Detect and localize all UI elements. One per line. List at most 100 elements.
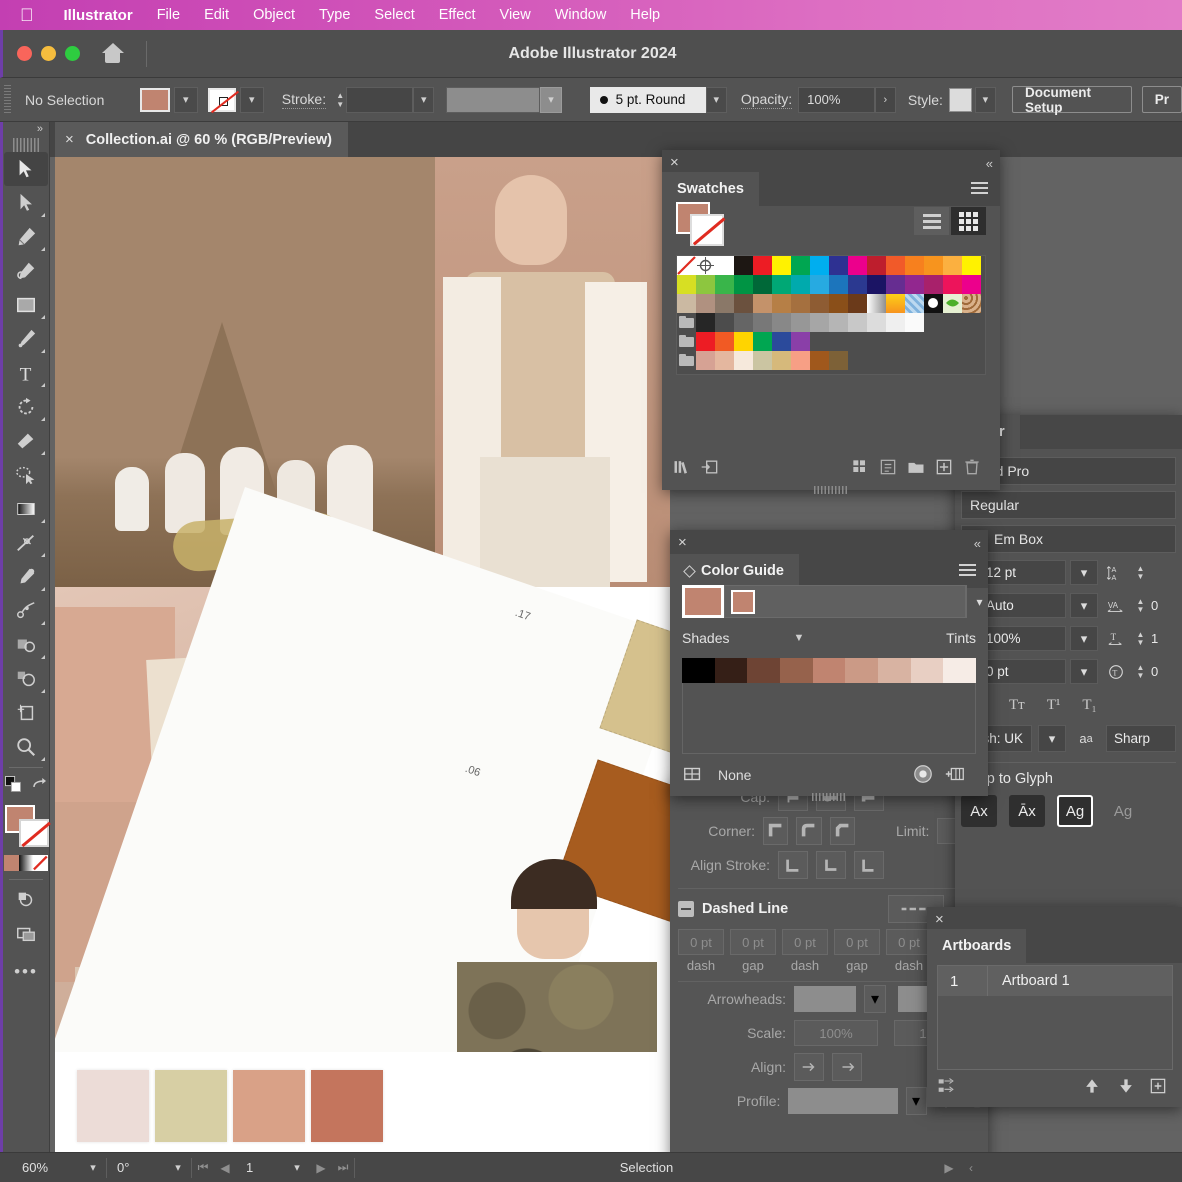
swatch-tan[interactable]: [677, 294, 696, 313]
ramp-swatch[interactable]: [910, 658, 944, 683]
swatch-violet[interactable]: [905, 275, 924, 294]
apple-icon[interactable]: : [20, 6, 34, 24]
swatch-warm[interactable]: [810, 351, 829, 370]
font-size-field[interactable]: 12 pt: [978, 560, 1066, 585]
swatch-bright[interactable]: [791, 332, 810, 351]
collapse-icon[interactable]: «: [974, 536, 981, 551]
dash-field[interactable]: 0 pt: [678, 929, 724, 955]
fill-color-swatch[interactable]: [139, 87, 170, 112]
next-page-icon[interactable]: ▶: [310, 1157, 332, 1179]
menu-item-effect[interactable]: Effect: [427, 7, 488, 23]
swatch-grey[interactable]: [791, 313, 810, 332]
page-dropdown[interactable]: ▾: [284, 1157, 310, 1179]
artboard-name[interactable]: Artboard 1: [988, 973, 1070, 989]
swatch-umber[interactable]: [810, 294, 829, 313]
hamburger-menu-icon[interactable]: [971, 182, 988, 194]
swatch-grey[interactable]: [867, 313, 886, 332]
all-caps-icon[interactable]: Tᴛ: [1009, 697, 1025, 714]
snap-embox-icon[interactable]: Ag: [1057, 795, 1093, 827]
stroke-color-swatch[interactable]: [207, 87, 236, 112]
snap-none-icon[interactable]: Ag: [1105, 795, 1141, 827]
grid-view-icon[interactable]: [951, 207, 986, 235]
swatch-bright[interactable]: [753, 332, 772, 351]
swatch-camel[interactable]: [753, 294, 772, 313]
menu-item-object[interactable]: Object: [241, 7, 307, 23]
stroke-weight-stepper[interactable]: ▲ ▼: [334, 87, 346, 113]
swatch-purple[interactable]: [886, 275, 905, 294]
pen-tool[interactable]: [4, 220, 48, 254]
prev-page-icon[interactable]: ◀: [214, 1157, 236, 1179]
align-arrow-end-icon[interactable]: [832, 1053, 862, 1081]
last-page-icon[interactable]: ⏭: [332, 1157, 354, 1179]
shaper-tool[interactable]: [4, 458, 48, 492]
profile-field[interactable]: [788, 1088, 898, 1114]
rotate-tool[interactable]: [4, 390, 48, 424]
color-guide-resize-grip[interactable]: [812, 793, 846, 801]
preferences-button[interactable]: Pr: [1141, 86, 1182, 113]
eyedropper-tool[interactable]: [4, 560, 48, 594]
artboard-row[interactable]: 1 Artboard 1: [938, 966, 1172, 996]
hamburger-menu-icon[interactable]: [959, 564, 976, 576]
toolbar-grip[interactable]: [13, 138, 39, 152]
rotation-field[interactable]: 0°: [107, 1157, 165, 1179]
align-center-icon[interactable]: [778, 851, 808, 879]
rectangle-tool[interactable]: [4, 288, 48, 322]
swatch-grey[interactable]: [905, 313, 924, 332]
color-guide-harmony-field[interactable]: [724, 585, 966, 618]
gap-field[interactable]: 0 pt: [730, 929, 776, 955]
color-wheel-icon[interactable]: [912, 763, 944, 788]
bevel-join-icon[interactable]: [829, 817, 856, 845]
dash-field[interactable]: 0 pt: [886, 929, 932, 955]
swatch-navy[interactable]: [848, 275, 867, 294]
snap-xheight-icon[interactable]: Āx: [1009, 795, 1045, 827]
swatch-blue-2[interactable]: [829, 275, 848, 294]
swatch-gradient-white[interactable]: [867, 294, 886, 313]
align-inside-icon[interactable]: [816, 851, 846, 879]
swatch-magenta-2[interactable]: [962, 275, 981, 294]
curvature-tool[interactable]: [4, 254, 48, 288]
swatch-sienna[interactable]: [791, 294, 810, 313]
miter-join-icon[interactable]: [762, 817, 789, 845]
rearrange-artboards-icon[interactable]: [937, 1076, 969, 1101]
swatch-bright[interactable]: [715, 332, 734, 351]
menu-item-select[interactable]: Select: [362, 7, 426, 23]
swatch-green-3[interactable]: [734, 275, 753, 294]
tab-artboards[interactable]: Artboards: [927, 929, 1027, 963]
selection-tool[interactable]: [4, 152, 48, 186]
zoom-tool[interactable]: [4, 730, 48, 764]
swatches-grid[interactable]: [676, 255, 986, 375]
menu-item-view[interactable]: View: [488, 7, 543, 23]
swatch-dark-navy[interactable]: [867, 275, 886, 294]
swatch-none[interactable]: [677, 256, 696, 275]
swatch-grey[interactable]: [715, 313, 734, 332]
close-icon[interactable]: ×: [678, 535, 687, 550]
round-join-icon[interactable]: [796, 817, 822, 845]
stroke-style-dropdown[interactable]: ▾: [705, 86, 727, 113]
font-style-field[interactable]: Regular: [961, 491, 1176, 519]
swatch-dark-green[interactable]: [753, 275, 772, 294]
swatch-rust[interactable]: [829, 294, 848, 313]
color-guide-ramp[interactable]: [682, 658, 977, 683]
swatch-green[interactable]: [791, 256, 810, 275]
width-tool[interactable]: [4, 526, 48, 560]
new-swatch-icon[interactable]: [934, 457, 962, 482]
menu-item-window[interactable]: Window: [543, 7, 619, 23]
none-button[interactable]: [33, 855, 49, 871]
stroke-profile-dropdown[interactable]: ▾: [540, 86, 562, 113]
vscale-dropdown[interactable]: ▾: [1070, 626, 1098, 651]
color-button[interactable]: [4, 855, 19, 871]
document-tab[interactable]: × Collection.ai @ 60 % (RGB/Preview): [55, 122, 348, 157]
swatch-dark-brown[interactable]: [734, 294, 753, 313]
toolbar-expand-icon[interactable]: »: [3, 122, 49, 138]
dash-field[interactable]: 0 pt: [782, 929, 828, 955]
align-arrow-start-icon[interactable]: [794, 1053, 824, 1081]
swatch-pink[interactable]: [943, 275, 962, 294]
artboard-tool[interactable]: [4, 696, 48, 730]
stroke-weight-dropdown[interactable]: ▾: [413, 86, 435, 113]
swatch-black[interactable]: [734, 256, 753, 275]
ramp-swatch[interactable]: [812, 658, 846, 683]
default-fill-stroke-icon[interactable]: [3, 774, 23, 799]
swatch-red[interactable]: [753, 256, 772, 275]
swatch-warm[interactable]: [772, 351, 791, 370]
list-view-icon[interactable]: [914, 207, 949, 235]
